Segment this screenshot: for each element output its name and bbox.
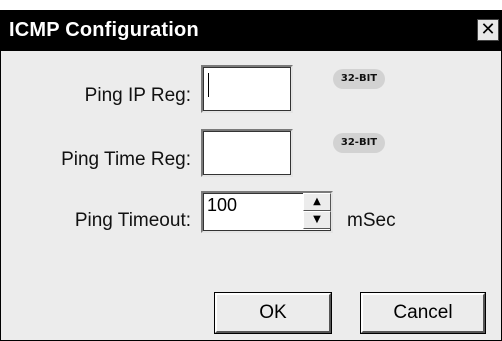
- ping-timeout-unit: mSec: [347, 210, 396, 231]
- dialog-title: ICMP Configuration: [9, 19, 199, 41]
- cancel-button[interactable]: Cancel: [360, 292, 486, 334]
- ping-timeout-label: Ping Timeout:: [74, 210, 191, 231]
- ping-ip-reg-32bit-badge: 32-BIT: [333, 69, 385, 89]
- ping-ip-reg-label: Ping IP Reg:: [84, 85, 191, 106]
- ping-timeout-value: 100: [207, 195, 238, 215]
- ping-time-reg-label: Ping Time Reg:: [61, 149, 191, 170]
- ping-ip-reg-input[interactable]: [201, 65, 293, 113]
- ping-time-reg-input[interactable]: [201, 129, 293, 177]
- close-icon[interactable]: ✕: [477, 19, 499, 41]
- text-caret: [208, 73, 209, 97]
- title-bar[interactable]: ICMP Configuration ✕: [1, 11, 501, 51]
- spin-up-icon[interactable]: ▲: [303, 193, 331, 211]
- ping-time-reg-32bit-badge: 32-BIT: [333, 133, 385, 153]
- ping-timeout-spinner[interactable]: ▲ ▼: [303, 193, 331, 229]
- spin-down-icon[interactable]: ▼: [303, 211, 331, 229]
- ok-button[interactable]: OK: [214, 292, 332, 334]
- icmp-configuration-dialog: ICMP Configuration ✕ Ping IP Reg: 32-BIT…: [0, 10, 502, 341]
